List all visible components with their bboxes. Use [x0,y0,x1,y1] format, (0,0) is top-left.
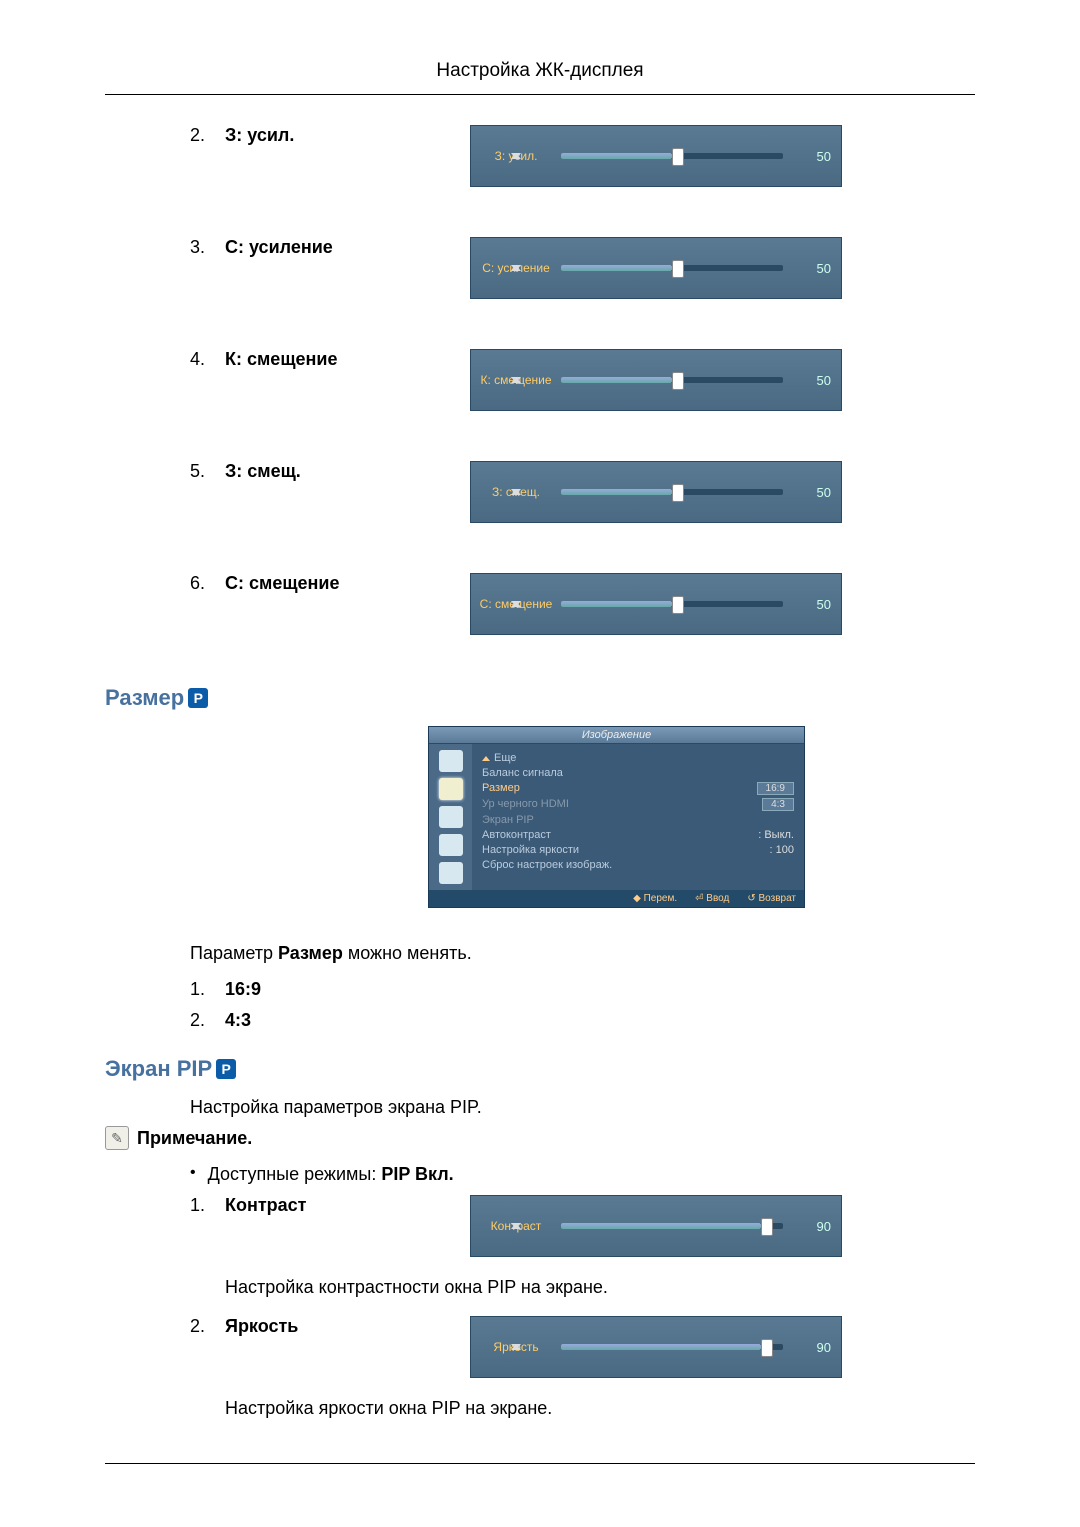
slider-thumb[interactable] [672,484,684,502]
slider-track[interactable] [561,377,783,383]
item-number: 6. [190,573,225,594]
slider-fill [561,377,672,383]
slider-value: 90 [801,1340,831,1355]
osd-menu-item-reset[interactable]: Сброс настроек изображ. [482,859,794,871]
item-number: 3. [190,237,225,258]
item-number: 4. [190,349,225,370]
slider-fill [561,153,672,159]
item-label: З: усил. [225,125,294,146]
p-badge-icon: P [216,1059,236,1079]
bullet-icon: • [190,1164,196,1185]
osd-footer-move: ◆ Перем. [633,893,677,904]
slider-panel-s-smeshenie: С: смещение 50 [470,573,842,635]
slider-fill [561,601,672,607]
item-label: С: смещение [225,573,339,594]
slider-value: 50 [801,261,831,276]
osd-menu-item-size[interactable]: Размер16:9 [482,782,794,795]
note-label: Примечание. [137,1128,252,1149]
osd-icon-0[interactable] [439,750,463,772]
pip-intro-text: Настройка параметров экрана PIP. [190,1097,975,1118]
slider-panel-z-usil: З: усил. 50 [470,125,842,187]
arrow-down-icon [511,1344,521,1350]
item-number: 2. [190,1316,225,1337]
item-number: 2. [190,125,225,146]
slider-panel-brightness: Яркость 90 [470,1316,842,1378]
item-number: 1. [190,1195,225,1216]
osd-footer-enter: ⏎ Ввод [695,893,729,904]
arrow-down-icon [511,489,521,495]
slider-fill [561,1344,761,1350]
osd-icon-2[interactable] [439,806,463,828]
item-label: С: усиление [225,237,333,258]
slider-value: 50 [801,373,831,388]
slider-thumb[interactable] [672,596,684,614]
slider-panel-k-smeshenie: К: смещение 50 [470,349,842,411]
slider-panel-contrast: Контраст 90 [470,1195,842,1257]
divider-top [105,94,975,95]
slider-value: 50 [801,149,831,164]
item-label: К: смещение [225,349,337,370]
arrow-down-icon [511,377,521,383]
slider-thumb[interactable] [761,1339,773,1357]
p-badge-icon: P [188,688,208,708]
slider-track[interactable] [561,489,783,495]
slider-thumb[interactable] [672,372,684,390]
slider-value: 90 [801,1219,831,1234]
slider-track[interactable] [561,1223,783,1229]
size-desc: Параметр Размер можно менять. [190,943,975,964]
slider-thumb[interactable] [672,148,684,166]
pip-contrast-desc: Настройка контрастности окна PIP на экра… [225,1277,975,1298]
slider-track[interactable] [561,265,783,271]
page-header-title: Настройка ЖК-дисплея [105,60,975,82]
osd-icon-4[interactable] [439,862,463,884]
section-title-pip: Экран PIP P [105,1056,975,1082]
osd-menu-item-more[interactable]: Еще [482,752,794,764]
osd-menu-item-size-alt[interactable]: Ур черного HDMI4:3 [482,798,794,811]
osd-menu-panel: Изображение Еще Баланс сигнала Размер16:… [428,726,805,908]
item-number: 5. [190,461,225,482]
osd-icon-1[interactable] [439,778,463,800]
pip-modes: Доступные режимы: PIP Вкл. [208,1164,454,1185]
osd-icon-3[interactable] [439,834,463,856]
slider-track[interactable] [561,153,783,159]
osd-menu-footer: ◆ Перем. ⏎ Ввод ↺ Возврат [429,890,804,907]
slider-track[interactable] [561,1344,783,1350]
pip-brightness-desc: Настройка яркости окна PIP на экране. [225,1398,975,1419]
slider-fill [561,1223,761,1229]
item-number: 1. [190,979,225,1000]
osd-menu-item-brightness[interactable]: Настройка яркости: 100 [482,844,794,856]
pip-item-brightness-label: Яркость [225,1316,298,1337]
item-label: З: смещ. [225,461,301,482]
slider-fill [561,489,672,495]
slider-track[interactable] [561,601,783,607]
size-option-1: 16:9 [225,979,261,1000]
slider-fill [561,265,672,271]
arrow-up-icon [482,756,490,761]
osd-menu-item-pip[interactable]: Экран PIP [482,814,794,826]
size-option-2: 4:3 [225,1010,251,1031]
osd-footer-return: ↺ Возврат [747,893,796,904]
slider-value: 50 [801,597,831,612]
osd-menu-item-autocontrast[interactable]: Автоконтраст: Выкл. [482,829,794,841]
slider-value: 50 [801,485,831,500]
arrow-down-icon [511,1223,521,1229]
item-number: 2. [190,1010,225,1031]
arrow-down-icon [511,601,521,607]
section-title-size: Размер P [105,685,975,711]
arrow-down-icon [511,265,521,271]
note-icon: ✎ [105,1126,129,1150]
osd-menu-title: Изображение [429,727,804,744]
pip-item-contrast-label: Контраст [225,1195,307,1216]
slider-panel-z-smesh: З: смещ. 50 [470,461,842,523]
arrow-down-icon [511,153,521,159]
slider-thumb[interactable] [672,260,684,278]
osd-menu-item-signal[interactable]: Баланс сигнала [482,767,794,779]
slider-thumb[interactable] [761,1218,773,1236]
divider-bottom [105,1463,975,1464]
slider-panel-s-usilenie: С: усиление 50 [470,237,842,299]
